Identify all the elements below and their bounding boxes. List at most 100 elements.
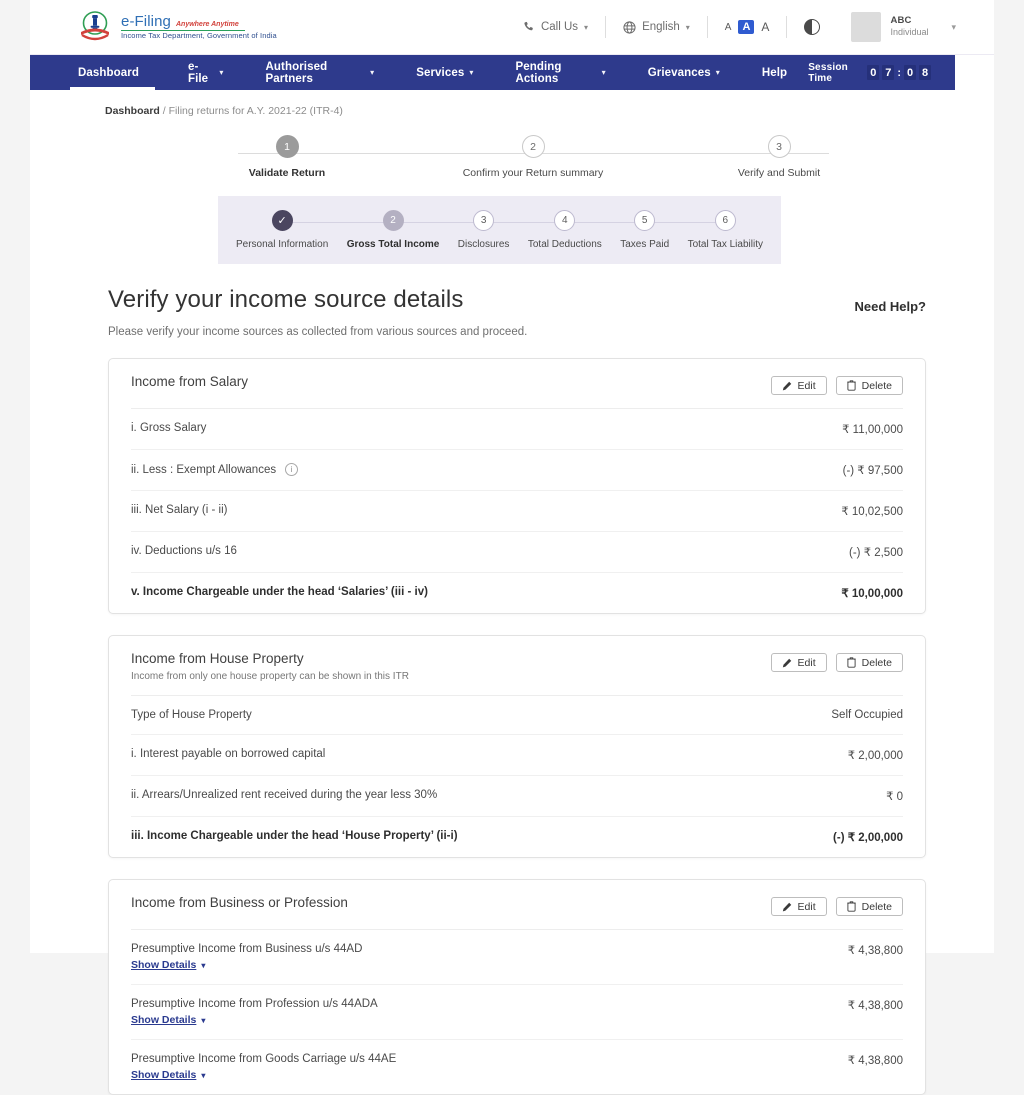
substep-number: 3 bbox=[473, 210, 495, 231]
profile-menu[interactable]: ABC Individual ▾ bbox=[837, 12, 956, 42]
row-label: iii. Income Chargeable under the head ‘H… bbox=[131, 830, 458, 842]
nav-label: Services bbox=[416, 66, 465, 79]
session-digit: 0 bbox=[867, 65, 880, 80]
card-income-from-salary: Income from Salary Edit Delete i. Gross … bbox=[108, 358, 926, 614]
info-icon[interactable]: i bbox=[285, 463, 299, 476]
nav-item-dashboard[interactable]: Dashboard bbox=[70, 55, 167, 90]
nav-item-help[interactable]: Help bbox=[741, 55, 808, 90]
breadcrumb-separator: / bbox=[162, 105, 166, 117]
table-row: iv. Deductions u/s 16 (-) ₹ 2,500 bbox=[131, 532, 903, 573]
card-income-from-house-property: Income from House Property Income from o… bbox=[108, 635, 926, 858]
contrast-toggle-button[interactable] bbox=[787, 19, 837, 35]
substep-taxes-paid[interactable]: 5 Taxes Paid bbox=[620, 210, 669, 250]
substep-disclosures[interactable]: 3 Disclosures bbox=[458, 210, 509, 250]
table-row: Presumptive Income from Goods Carriage u… bbox=[131, 1040, 903, 1094]
nav-item-pending-actions[interactable]: Pending Actions ▾ bbox=[494, 55, 626, 90]
nav-item-services[interactable]: Services ▾ bbox=[395, 55, 494, 90]
step-confirm-return-summary[interactable]: 2 Confirm your Return summary bbox=[458, 135, 608, 179]
nav-item-grievances[interactable]: Grievances ▾ bbox=[627, 55, 741, 90]
profile-name: ABC bbox=[890, 15, 912, 27]
profile-text: ABC Individual bbox=[890, 15, 928, 38]
edit-label: Edit bbox=[797, 900, 816, 913]
row-label-group: Presumptive Income from Business u/s 44A… bbox=[131, 943, 362, 971]
breadcrumb-root-link[interactable]: Dashboard bbox=[105, 105, 160, 117]
step-number: 1 bbox=[275, 135, 299, 158]
card-subtitle: Income from only one house property can … bbox=[131, 671, 409, 682]
nav-item-efile[interactable]: e-File ▾ bbox=[167, 55, 245, 90]
row-value: ₹ 10,02,500 bbox=[841, 506, 903, 518]
pencil-icon bbox=[782, 381, 792, 391]
show-details-label: Show Details bbox=[131, 1014, 197, 1026]
show-details-link[interactable]: Show Details ▾ bbox=[131, 959, 362, 971]
edit-button[interactable]: Edit bbox=[770, 376, 827, 395]
row-value: (-) ₹ 2,00,000 bbox=[833, 832, 903, 844]
step-label: Confirm your Return summary bbox=[462, 167, 604, 179]
row-value: (-) ₹ 97,500 bbox=[842, 465, 903, 477]
row-label-group: Presumptive Income from Goods Carriage u… bbox=[131, 1053, 396, 1081]
show-details-link[interactable]: Show Details ▾ bbox=[131, 1069, 396, 1081]
row-label: ii. Less : Exempt Allowances bbox=[131, 463, 277, 476]
card-title: Income from Business or Profession bbox=[131, 895, 348, 910]
table-row: ii. Less : Exempt Allowances i (-) ₹ 97,… bbox=[131, 450, 903, 491]
nav-label: Help bbox=[761, 66, 788, 79]
row-label: ii. Arrears/Unrealized rent received dur… bbox=[131, 789, 438, 801]
brand-logo[interactable]: e-Filing Anywhere Anytime Income Tax Dep… bbox=[78, 10, 277, 44]
row-label: iii. Net Salary (i - ii) bbox=[131, 504, 228, 516]
table-row-total: iii. Income Chargeable under the head ‘H… bbox=[131, 817, 903, 857]
table-row: i. Gross Salary ₹ 11,00,000 bbox=[131, 409, 903, 450]
font-size-default-button[interactable]: A bbox=[738, 20, 755, 34]
substep-label: Personal Information bbox=[236, 239, 329, 250]
session-timer-digits: 0 7 : 0 8 bbox=[867, 65, 931, 80]
trash-icon bbox=[846, 901, 856, 912]
chevron-down-icon: ▾ bbox=[201, 960, 206, 970]
delete-button[interactable]: Delete bbox=[835, 376, 903, 395]
nav-item-authorised-partners[interactable]: Authorised Partners ▾ bbox=[245, 55, 396, 90]
chevron-down-icon: ▾ bbox=[951, 21, 956, 32]
substep-total-tax-liability[interactable]: 6 Total Tax Liability bbox=[688, 210, 763, 250]
row-value: Self Occupied bbox=[831, 709, 903, 721]
row-value: ₹ 10,00,000 bbox=[841, 588, 903, 600]
call-us-button[interactable]: Call Us ▾ bbox=[506, 21, 605, 33]
chevron-down-icon: ▾ bbox=[584, 22, 589, 32]
font-size-decrease-button[interactable]: A bbox=[725, 22, 732, 33]
main-stepper: 1 Validate Return 2 Confirm your Return … bbox=[30, 135, 994, 179]
globe-icon bbox=[623, 20, 636, 34]
language-selector[interactable]: English ▾ bbox=[606, 20, 707, 34]
edit-button[interactable]: Edit bbox=[770, 653, 827, 672]
page-title: Verify your income source details bbox=[108, 286, 464, 313]
row-value: ₹ 11,00,000 bbox=[842, 424, 903, 436]
breadcrumb: Dashboard / Filing returns for A.Y. 2021… bbox=[30, 90, 994, 117]
substep-number: 4 bbox=[554, 210, 576, 231]
step-verify-and-submit[interactable]: 3 Verify and Submit bbox=[704, 135, 854, 179]
show-details-link[interactable]: Show Details ▾ bbox=[131, 1014, 378, 1026]
row-value: ₹ 4,38,800 bbox=[847, 945, 903, 957]
chevron-down-icon: ▾ bbox=[201, 1070, 206, 1080]
delete-button[interactable]: Delete bbox=[835, 653, 903, 672]
edit-button[interactable]: Edit bbox=[770, 897, 827, 916]
sub-stepper: ✓ Personal Information 2 Gross Total Inc… bbox=[218, 196, 781, 264]
pencil-icon bbox=[782, 658, 792, 668]
pencil-icon bbox=[782, 902, 792, 912]
card-actions: Edit Delete bbox=[770, 374, 903, 395]
step-validate-return[interactable]: 1 Validate Return bbox=[212, 135, 362, 179]
substep-number: 5 bbox=[634, 210, 656, 231]
delete-button[interactable]: Delete bbox=[835, 897, 903, 916]
row-label: i. Interest payable on borrowed capital bbox=[131, 748, 326, 760]
chevron-down-icon: ▾ bbox=[201, 1015, 206, 1025]
row-label: Presumptive Income from Business u/s 44A… bbox=[131, 943, 363, 955]
substep-personal-information[interactable]: ✓ Personal Information bbox=[236, 210, 328, 250]
table-row: i. Interest payable on borrowed capital … bbox=[131, 735, 903, 776]
nav-label: e-File bbox=[187, 60, 209, 85]
need-help-link[interactable]: Need Help? bbox=[854, 299, 926, 314]
session-timer-label: Session Time bbox=[808, 61, 848, 84]
card-header: Income from Salary Edit Delete bbox=[131, 359, 903, 409]
row-label: iv. Deductions u/s 16 bbox=[131, 545, 237, 557]
edit-label: Edit bbox=[797, 379, 816, 392]
font-size-increase-button[interactable]: A bbox=[761, 20, 769, 34]
step-label: Validate Return bbox=[248, 167, 326, 179]
income-source-cards: Income from Salary Edit Delete i. Gross … bbox=[30, 338, 994, 1095]
substep-total-deductions[interactable]: 4 Total Deductions bbox=[528, 210, 602, 250]
substep-gross-total-income[interactable]: 2 Gross Total Income bbox=[347, 210, 439, 250]
card-title: Income from House Property bbox=[131, 651, 304, 666]
nav-label: Pending Actions bbox=[515, 60, 562, 85]
